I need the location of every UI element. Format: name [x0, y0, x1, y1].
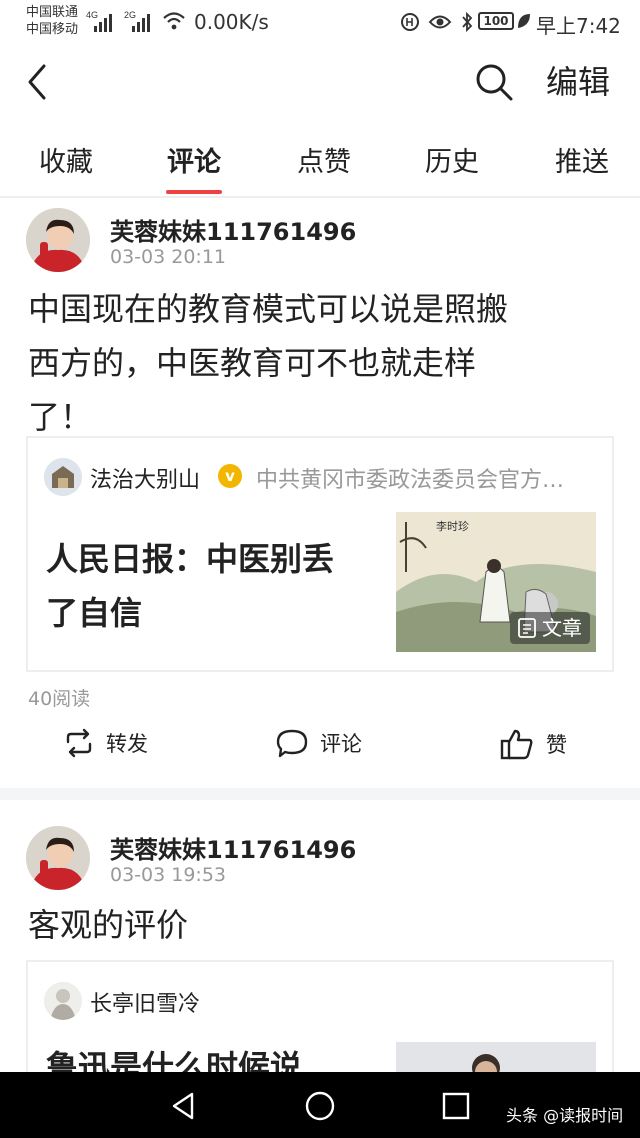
article-card[interactable]: 法治大别山 v 中共黄冈市委政法委员会官方… 人民日报：中医别丢 了自信 李时珍 [26, 436, 614, 672]
status-bar: 中国联通 中国移动 4G 2G 0.00K/s 100 早上7:42 [0, 0, 640, 44]
nav-recents-button[interactable] [438, 1088, 474, 1124]
comment-line: 客观的评价 [28, 906, 189, 944]
search-icon [476, 64, 513, 101]
comment-line: 中国现在的教育模式可以说是照搬 [28, 290, 509, 328]
carrier-info: 中国联通 中国移动 [26, 4, 78, 38]
tab-comments[interactable]: 评论 [146, 140, 242, 179]
tab-divider [0, 196, 640, 198]
card-title: 人民日报：中医别丢 了自信 [46, 532, 386, 640]
active-tab-indicator [166, 190, 222, 194]
share-button[interactable]: 转发 [64, 728, 148, 758]
status-icons [400, 10, 474, 34]
back-button[interactable] [24, 62, 54, 102]
tab-push[interactable]: 推送 [534, 140, 630, 179]
tab-history[interactable]: 历史 [404, 140, 500, 179]
avatar[interactable] [26, 208, 90, 272]
comment-label: 评论 [320, 732, 362, 756]
building-icon [44, 458, 82, 496]
username[interactable]: 芙蓉妹妹111761496 [110, 830, 356, 865]
comment-button[interactable]: 评论 [276, 728, 362, 758]
card-author-avatar [44, 982, 82, 1020]
action-bar: 转发 评论 赞 [0, 728, 640, 768]
card-author-name[interactable]: 长亭旧雪冷 [90, 986, 200, 1018]
search-button[interactable] [474, 62, 514, 102]
tab-favorites[interactable]: 收藏 [18, 140, 114, 179]
user-avatar-image [26, 208, 90, 272]
read-count: 40阅读 [28, 688, 91, 710]
article-badge-label: 文章 [542, 616, 582, 640]
carrier-2: 中国移动 [26, 22, 79, 37]
tab-bar: 收藏 评论 点赞 历史 推送 [0, 136, 640, 196]
square-recents-icon [442, 1092, 470, 1120]
portrait-photo-image [396, 1042, 596, 1074]
net-type-1: 4G [86, 10, 98, 20]
card-thumbnail: 李时珍 文章 [396, 512, 596, 652]
username[interactable]: 芙蓉妹妹111761496 [110, 212, 356, 247]
verified-badge-icon: v [218, 464, 242, 488]
wifi-icon [163, 12, 185, 30]
edit-button[interactable]: 编辑 [546, 62, 610, 102]
post-separator [0, 788, 640, 800]
card-author-avatar [44, 458, 82, 496]
repost-icon [66, 728, 92, 758]
card-author-name[interactable]: 法治大别山 [90, 462, 200, 494]
circle-home-icon [305, 1091, 335, 1121]
timestamp: 03-03 20:11 [110, 246, 227, 268]
card-author-description: 中共黄冈市委政法委员会官方… [256, 468, 565, 493]
avatar[interactable] [26, 826, 90, 890]
comment-line: 西方的，中医教育可不也就走样 [28, 344, 477, 382]
signal-strength-icon: 4G 2G [86, 10, 150, 32]
thumb-caption: 李时珍 [436, 519, 469, 533]
net-type-2: 2G [124, 10, 136, 20]
article-card[interactable]: 长亭旧雪冷 鲁迅是什么时候说 [26, 960, 614, 1086]
share-label: 转发 [106, 732, 148, 756]
comment-bubble-icon [276, 729, 308, 758]
carrier-1: 中国联通 [26, 5, 79, 20]
signal-icons: 4G 2G [86, 8, 160, 34]
comment-text[interactable]: 中国现在的教育模式可以说是照搬 西方的，中医教育可不也就走样 了！ [28, 282, 608, 444]
article-badge: 文章 [510, 612, 590, 644]
watermark: 头条 @读报时间 [506, 1106, 624, 1125]
card-thumbnail [396, 1042, 596, 1074]
bluetooth-icon [462, 11, 473, 33]
thumbs-up-icon [500, 729, 533, 760]
timestamp: 03-03 19:53 [110, 864, 227, 886]
document-icon [518, 618, 536, 638]
nav-back-button[interactable] [166, 1088, 202, 1124]
clock: 早上7:42 [536, 14, 621, 38]
like-label: 赞 [546, 733, 567, 757]
eye-comfort-icon [428, 15, 452, 29]
user-avatar-image [44, 982, 82, 1020]
chevron-left-icon [28, 64, 46, 100]
card-title-line: 人民日报：中医别丢 [46, 540, 335, 578]
user-avatar-image [26, 826, 90, 890]
like-button[interactable]: 赞 [500, 728, 567, 760]
battery-icon: 100 [478, 12, 514, 30]
card-title-line: 了自信 [46, 594, 143, 632]
network-speed: 0.00K/s [194, 10, 269, 34]
triangle-back-icon [172, 1092, 194, 1120]
tab-likes[interactable]: 点赞 [276, 140, 372, 179]
comment-text[interactable]: 客观的评价 [28, 898, 608, 952]
nav-home-button[interactable] [302, 1088, 338, 1124]
hd-call-icon [401, 13, 419, 31]
leaf-icon [518, 14, 530, 28]
